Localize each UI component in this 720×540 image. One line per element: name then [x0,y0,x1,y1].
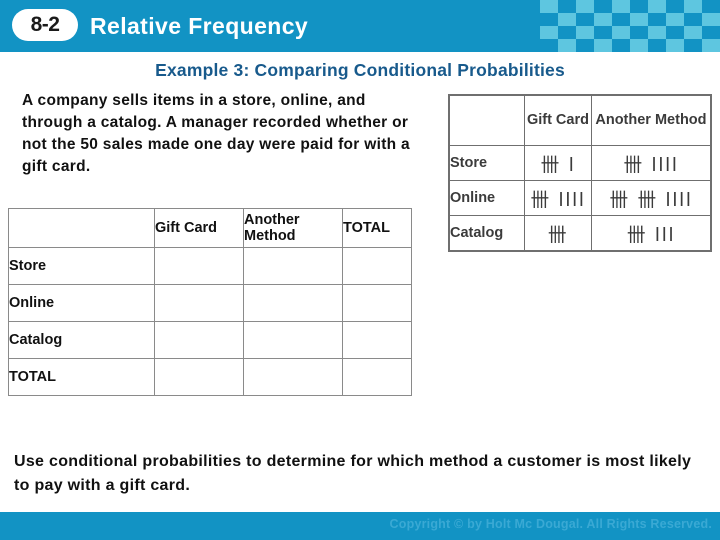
cell-catalog-gift-card[interactable] [154,321,244,359]
table-header-row: Gift Card Another Method TOTAL [8,208,412,248]
tally-column-header-another-method: Another Method [590,95,712,146]
tally-row-label-catalog: Catalog [449,215,525,251]
cell-online-gift-card[interactable] [154,284,244,322]
row-label-catalog: Catalog [8,321,155,359]
cell-store-another-method[interactable] [243,247,343,285]
cell-total-total[interactable] [342,358,412,396]
tally-table: Gift Card Another Method Store 卌 l 卌 lll… [449,95,712,251]
table-row: Store [8,247,412,285]
slide-header: 8-2 Relative Frequency [0,0,720,52]
column-header-gift-card: Gift Card [154,208,244,248]
tally-catalog-gift-card: 卌 [524,215,592,251]
table-row: TOTAL [8,358,412,396]
tally-store-another-method: 卌 llll [590,145,712,181]
table-corner-cell [8,208,155,248]
two-way-frequency-table: Gift Card Another Method TOTAL Store Onl… [8,208,412,396]
tally-row: Store 卌 l 卌 llll [449,145,712,181]
footer-left-block [0,512,340,540]
tally-row-label-online: Online [449,180,525,216]
cell-online-another-method[interactable] [243,284,343,322]
table-row: Catalog [8,321,412,359]
tally-column-header-gift-card: Gift Card [524,95,592,146]
table-row: Online [8,284,412,322]
cell-total-gift-card[interactable] [154,358,244,396]
cell-total-another-method[interactable] [243,358,343,396]
column-header-total: TOTAL [342,208,412,248]
tally-chart-image: Gift Card Another Method Store 卌 l 卌 lll… [448,94,712,252]
tally-row-label-store: Store [449,145,525,181]
header-checker-pattern [540,0,720,52]
tally-header-row: Gift Card Another Method [449,95,712,146]
tally-online-another-method: 卌 卌 llll [590,180,712,216]
tally-catalog-another-method: 卌 lll [590,215,712,251]
tally-online-gift-card: 卌 llll [524,180,592,216]
row-label-online: Online [8,284,155,322]
column-header-another-method: Another Method [243,208,343,248]
row-label-total: TOTAL [8,358,155,396]
cell-catalog-total[interactable] [342,321,412,359]
lesson-number-badge: 8-2 [12,9,78,41]
cell-store-gift-card[interactable] [154,247,244,285]
closing-instruction: Use conditional probabilities to determi… [14,453,692,494]
example-title: Example 3: Comparing Conditional Probabi… [155,60,565,80]
slide-footer: Copyright © by Holt Mc Dougal. All Right… [0,512,720,540]
page-title: Relative Frequency [90,13,309,39]
cell-store-total[interactable] [342,247,412,285]
copyright-notice: Copyright © by Holt Mc Dougal. All Right… [389,517,712,531]
tally-corner-cell [449,95,525,146]
cell-online-total[interactable] [342,284,412,322]
problem-statement: A company sells items in a store, online… [22,92,410,175]
row-label-store: Store [8,247,155,285]
tally-store-gift-card: 卌 l [524,145,592,181]
tally-row: Catalog 卌 卌 lll [449,215,712,251]
cell-catalog-another-method[interactable] [243,321,343,359]
tally-row: Online 卌 llll 卌 卌 llll [449,180,712,216]
